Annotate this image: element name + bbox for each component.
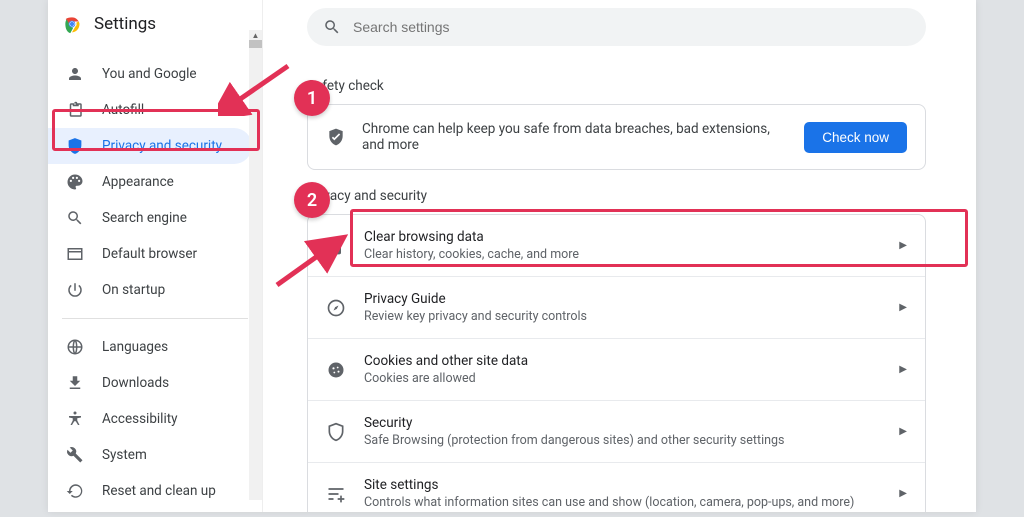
- chevron-right-icon: ▶: [899, 240, 907, 251]
- row-subtitle: Clear history, cookies, cache, and more: [364, 247, 881, 262]
- globe-icon: [66, 338, 84, 356]
- cookie-icon: [326, 360, 346, 380]
- sidebar-item-accessibility[interactable]: Accessibility: [48, 401, 252, 437]
- row-subtitle: Review key privacy and security controls: [364, 309, 881, 324]
- main-content: Safety check Chrome can help keep you sa…: [263, 0, 976, 512]
- annotation-badge-2: 2: [294, 182, 330, 218]
- scroll-up-icon: ▲: [249, 30, 262, 40]
- restore-icon: [66, 482, 84, 500]
- download-icon: [66, 374, 84, 392]
- row-privacy-guide[interactable]: Privacy Guide Review key privacy and sec…: [308, 277, 925, 339]
- wrench-icon: [66, 446, 84, 464]
- page-title: Settings: [94, 14, 156, 34]
- search-icon: [66, 209, 84, 227]
- tune-icon: [326, 484, 346, 504]
- browser-icon: [66, 245, 84, 263]
- sidebar-item-system[interactable]: System: [48, 437, 252, 473]
- clipboard-icon: [66, 101, 84, 119]
- privacy-security-heading: Privacy and security: [307, 188, 976, 204]
- sidebar-item-search-engine[interactable]: Search engine: [48, 200, 252, 236]
- chevron-right-icon: ▶: [899, 426, 907, 437]
- sidebar-item-default-browser[interactable]: Default browser: [48, 236, 252, 272]
- sidebar-item-label: Default browser: [102, 246, 197, 262]
- sidebar-item-on-startup[interactable]: On startup: [48, 272, 252, 308]
- row-title: Security: [364, 415, 881, 431]
- sidebar-item-label: You and Google: [102, 66, 197, 82]
- accessibility-icon: [66, 410, 84, 428]
- sidebar-item-label: Reset and clean up: [102, 483, 216, 499]
- sidebar-item-label: Languages: [102, 339, 168, 355]
- annotation-badge-1: 1: [294, 80, 330, 116]
- safety-check-card: Chrome can help keep you safe from data …: [307, 104, 926, 170]
- chrome-logo-icon: [62, 14, 82, 34]
- compass-icon: [326, 298, 346, 318]
- trash-icon: [326, 236, 346, 256]
- sidebar-item-label: System: [102, 447, 147, 463]
- sidebar-item-downloads[interactable]: Downloads: [48, 365, 252, 401]
- sidebar-item-label: Autofill: [102, 102, 144, 118]
- sidebar-item-label: Appearance: [102, 174, 174, 190]
- sidebar-item-label: Accessibility: [102, 411, 178, 427]
- row-title: Cookies and other site data: [364, 353, 881, 369]
- search-icon: [323, 18, 341, 36]
- sidebar-item-label: Downloads: [102, 375, 169, 391]
- sidebar-item-reset[interactable]: Reset and clean up: [48, 473, 252, 509]
- sidebar-item-autofill[interactable]: Autofill: [48, 92, 252, 128]
- row-site-settings[interactable]: Site settings Controls what information …: [308, 463, 925, 512]
- shield-icon: [66, 137, 84, 155]
- sidebar-item-languages[interactable]: Languages: [48, 329, 252, 365]
- sidebar-scrollbar[interactable]: ▲: [249, 30, 262, 500]
- chevron-right-icon: ▶: [899, 364, 907, 375]
- privacy-security-card: Clear browsing data Clear history, cooki…: [307, 214, 926, 512]
- search-input[interactable]: [353, 19, 910, 35]
- power-icon: [66, 281, 84, 299]
- row-security[interactable]: Security Safe Browsing (protection from …: [308, 401, 925, 463]
- person-icon: [66, 65, 84, 83]
- shield-check-icon: [326, 127, 346, 147]
- sidebar-item-label: On startup: [102, 282, 165, 298]
- row-subtitle: Controls what information sites can use …: [364, 495, 881, 510]
- settings-window: Settings You and Google Autofill Privacy…: [48, 0, 976, 512]
- sidebar-item-privacy-security[interactable]: Privacy and security: [48, 128, 252, 164]
- sidebar-item-you-and-google[interactable]: You and Google: [48, 56, 252, 92]
- search-settings[interactable]: [307, 8, 926, 46]
- sidebar: Settings You and Google Autofill Privacy…: [48, 0, 263, 512]
- scroll-thumb[interactable]: [249, 40, 262, 48]
- sidebar-nav: You and Google Autofill Privacy and secu…: [48, 48, 262, 517]
- sidebar-item-label: Privacy and security: [102, 138, 222, 154]
- check-now-button[interactable]: Check now: [804, 122, 907, 153]
- row-subtitle: Safe Browsing (protection from dangerous…: [364, 433, 881, 448]
- row-subtitle: Cookies are allowed: [364, 371, 881, 386]
- sidebar-header: Settings: [48, 10, 262, 48]
- safety-check-text: Chrome can help keep you safe from data …: [362, 121, 788, 153]
- row-clear-browsing-data[interactable]: Clear browsing data Clear history, cooki…: [308, 215, 925, 277]
- sidebar-divider: [62, 318, 248, 319]
- row-title: Privacy Guide: [364, 291, 881, 307]
- sidebar-item-appearance[interactable]: Appearance: [48, 164, 252, 200]
- sidebar-item-label: Search engine: [102, 210, 187, 226]
- safety-check-heading: Safety check: [307, 78, 976, 94]
- row-cookies[interactable]: Cookies and other site data Cookies are …: [308, 339, 925, 401]
- shield-icon: [326, 422, 346, 442]
- chevron-right-icon: ▶: [899, 488, 907, 499]
- row-title: Site settings: [364, 477, 881, 493]
- chevron-right-icon: ▶: [899, 302, 907, 313]
- palette-icon: [66, 173, 84, 191]
- row-title: Clear browsing data: [364, 229, 881, 245]
